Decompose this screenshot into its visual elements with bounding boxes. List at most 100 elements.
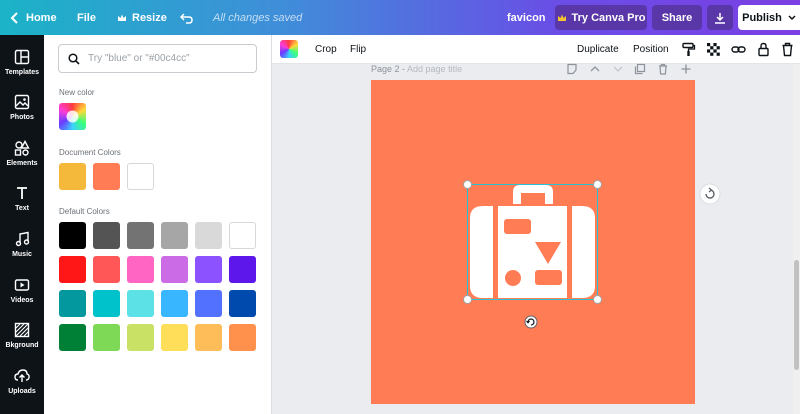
background-icon [14,322,30,338]
default-color-swatch[interactable] [93,290,120,317]
default-color-swatch[interactable] [59,222,86,249]
rotate-icon[interactable] [524,315,538,329]
default-color-swatch[interactable] [195,222,222,249]
default-color-swatch[interactable] [59,324,86,351]
delete-icon[interactable] [780,42,795,57]
rail-label: Photos [10,114,34,121]
link-icon[interactable] [731,42,746,57]
rail-label: Music [12,251,32,258]
default-color-swatch[interactable] [127,222,154,249]
default-color-swatch[interactable] [127,256,154,283]
default-color-swatch[interactable] [195,290,222,317]
color-search[interactable] [58,44,257,73]
elements-icon [14,140,30,156]
move-page-down-icon[interactable] [612,63,624,75]
duplicate-button[interactable]: Duplicate [577,35,619,64]
default-color-swatch[interactable] [93,324,120,351]
document-colors-title: Document Colors [59,148,121,157]
rail-item-photos[interactable]: Photos [0,85,44,130]
default-color-swatch[interactable] [229,290,256,317]
page-title-label[interactable]: Page 2 - Add page title [371,64,462,74]
delete-page-icon[interactable] [657,63,669,75]
rail-item-uploads[interactable]: Uploads [0,359,44,404]
default-color-swatch[interactable] [127,290,154,317]
default-color-swatch[interactable] [161,222,188,249]
selection-box [467,184,598,300]
move-page-up-icon[interactable] [589,63,601,75]
rail-item-music[interactable]: Music [0,222,44,267]
default-color-swatch[interactable] [161,290,188,317]
page-title-placeholder: Add page title [407,64,463,74]
rail-label: Templates [4,69,40,76]
document-color-swatch[interactable] [127,163,154,190]
top-bar: Home File Resize All changes saved favic… [0,0,800,35]
position-label: Position [633,44,669,55]
download-button[interactable] [707,5,733,30]
crop-button[interactable]: Crop [315,35,337,64]
try-pro-button[interactable]: Try Canva Pro [555,5,647,30]
share-button[interactable]: Share [652,5,702,30]
default-color-swatch[interactable] [93,256,120,283]
crown-icon [118,14,126,21]
editor-toolbar: Crop Flip Duplicate Position [272,35,800,64]
save-status: All changes saved [213,11,303,24]
position-button[interactable]: Position [633,35,669,64]
rail-item-elements[interactable]: Elements [0,131,44,176]
default-color-swatch[interactable] [229,324,256,351]
default-color-swatch[interactable] [161,324,188,351]
default-color-swatch[interactable] [59,256,86,283]
default-color-swatch[interactable] [229,222,256,249]
color-search-input[interactable] [88,53,248,64]
download-icon [715,12,725,24]
page-notes-icon[interactable] [566,63,578,75]
refresh-icon[interactable] [699,183,721,205]
color-panel: New color Document Colors Default Colors [44,35,272,414]
resize-button[interactable]: Resize [117,0,167,35]
videos-icon [14,279,30,291]
rail-label: Bkground [5,342,39,349]
default-colors-title: Default Colors [59,207,110,216]
default-color-swatch[interactable] [59,290,86,317]
default-color-swatch[interactable] [161,256,188,283]
duplicate-page-icon[interactable] [634,63,646,75]
add-page-icon[interactable] [680,63,692,75]
flip-label: Flip [350,44,367,55]
rail-label: Videos [10,297,34,304]
publish-label: Publish [742,11,782,24]
transparency-icon[interactable] [706,42,721,57]
templates-icon [14,49,30,65]
new-color-button[interactable] [59,103,86,130]
default-color-swatch[interactable] [229,256,256,283]
resize-handle-top-left[interactable] [463,180,472,189]
resize-handle-bottom-right[interactable] [593,295,602,304]
flip-button[interactable]: Flip [350,35,366,64]
document-color-swatch[interactable] [59,163,86,190]
rail-label: Uploads [8,388,36,395]
music-icon [15,231,30,247]
rail-item-videos[interactable]: Videos [0,268,44,313]
rail-item-text[interactable]: Text [0,176,44,221]
lock-icon[interactable] [756,42,771,57]
default-color-swatch[interactable] [93,222,120,249]
try-pro-label: Try Canva Pro [571,11,646,24]
paint-roller-icon[interactable] [681,42,696,57]
default-color-swatch[interactable] [195,256,222,283]
chevron-down-icon [788,14,796,20]
document-color-swatch[interactable] [93,163,120,190]
resize-handle-top-right[interactable] [593,180,602,189]
crop-label: Crop [315,44,337,55]
rail-item-templates[interactable]: Templates [0,40,44,85]
home-button[interactable]: Home [10,0,57,35]
rail-label: Elements [6,160,38,167]
undo-button[interactable] [180,0,194,35]
plus-icon [66,110,79,123]
scrollbar-thumb[interactable] [794,260,799,370]
default-color-swatch[interactable] [127,324,154,351]
document-name[interactable]: favicon [507,0,546,35]
default-color-swatch[interactable] [195,324,222,351]
resize-handle-bottom-left[interactable] [463,295,472,304]
file-menu[interactable]: File [77,0,96,35]
publish-button[interactable]: Publish [738,5,800,30]
element-color-button[interactable] [280,40,298,58]
rail-item-background[interactable]: Bkground [0,313,44,358]
